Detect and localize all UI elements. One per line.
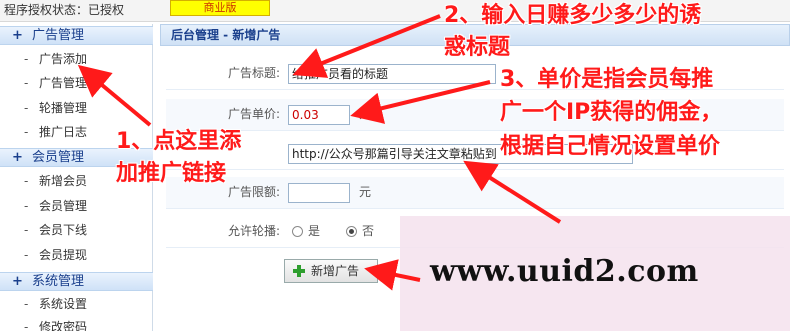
sidebar-item-member-manage[interactable]: - 会员管理 <box>24 196 87 216</box>
carousel-yes-radio[interactable] <box>292 226 303 237</box>
annotation-3-line2: 广一个IP获得的佣金， <box>500 100 723 125</box>
sidebar-item-label: 新增会员 <box>39 174 88 188</box>
sidebar-item-ad-manage[interactable]: - 广告管理 <box>24 73 87 93</box>
sidebar-item-carousel[interactable]: - 轮播管理 <box>24 98 87 118</box>
sidebar-item-new-member[interactable]: - 新增会员 <box>24 171 87 191</box>
annotation-1-line2: 加推广链接 <box>116 161 227 186</box>
price-unit: 元 <box>359 107 372 121</box>
expand-icon: + <box>12 150 23 165</box>
item-bullet: - <box>24 101 29 115</box>
add-ad-button-label: 新增广告 <box>311 264 360 278</box>
item-bullet: - <box>24 199 29 213</box>
edition-badge: 商业版 <box>170 0 270 16</box>
carousel-no-label: 否 <box>362 224 375 238</box>
sidebar-item-label: 会员提现 <box>39 248 88 262</box>
sidebar-item-downline[interactable]: - 会员下线 <box>24 220 87 240</box>
sidebar-item-label: 会员下线 <box>39 223 88 237</box>
limit-unit: 元 <box>359 185 372 199</box>
expand-icon: + <box>12 274 23 289</box>
plus-icon <box>293 265 305 277</box>
sidebar-item-settings[interactable]: - 系统设置 <box>24 294 87 314</box>
sidebar-item-label: 会员管理 <box>39 199 88 213</box>
annotation-2-line2: 惑标题 <box>444 35 511 60</box>
item-bullet: - <box>24 223 29 237</box>
item-bullet: - <box>24 248 29 262</box>
annotation-3-line3: 根据自己情况设置单价 <box>500 134 721 159</box>
sidebar-item-promo-log[interactable]: - 推广日志 <box>24 122 87 142</box>
annotation-3-line1: 3、单价是指会员每推 <box>500 67 714 92</box>
sidebar-group-ad[interactable]: + 广告管理 <box>0 26 153 45</box>
sidebar-item-label: 广告管理 <box>39 76 88 90</box>
sidebar-item-password[interactable]: - 修改密码 <box>24 317 87 331</box>
annotation-2-line1: 2、输入日赚多少多少的诱 <box>444 3 702 28</box>
license-status: 程序授权状态：已授权 <box>4 3 125 17</box>
sidebar-item-label: 轮播管理 <box>39 101 88 115</box>
sidebar-item-withdraw[interactable]: - 会员提现 <box>24 245 87 265</box>
carousel-no-radio[interactable] <box>346 226 357 237</box>
sidebar-group-label: 会员管理 <box>32 150 85 165</box>
ad-title-input[interactable]: 给推广员看的标题 <box>288 64 496 84</box>
sidebar-item-ad-add[interactable]: - 广告添加 <box>24 49 87 69</box>
annotation-1-line1: 1、点这里添 <box>116 129 242 154</box>
ad-limit-input[interactable] <box>288 183 350 203</box>
watermark-text: www.uuid2.com <box>430 254 699 289</box>
sidebar-item-label: 广告添加 <box>39 52 88 66</box>
sidebar-group-system[interactable]: + 系统管理 <box>0 272 153 291</box>
title-label: 广告标题: <box>227 66 280 80</box>
item-bullet: - <box>24 76 29 90</box>
item-bullet: - <box>24 297 29 311</box>
item-bullet: - <box>24 125 29 139</box>
carousel-label: 允许轮播: <box>227 224 280 238</box>
sidebar-group-label: 系统管理 <box>32 274 85 289</box>
sidebar-item-label: 系统设置 <box>39 297 88 311</box>
sidebar-item-label: 推广日志 <box>39 125 88 139</box>
price-label: 广告单价: <box>227 107 280 121</box>
sidebar-item-label: 修改密码 <box>39 320 88 331</box>
ad-price-input[interactable]: 0.03 <box>288 105 350 125</box>
carousel-yes-label: 是 <box>308 224 321 238</box>
item-bullet: - <box>24 320 29 331</box>
item-bullet: - <box>24 174 29 188</box>
sidebar-group-label: 广告管理 <box>32 28 85 43</box>
expand-icon: + <box>12 28 23 43</box>
add-ad-button[interactable]: 新增广告 <box>284 259 378 283</box>
item-bullet: - <box>24 52 29 66</box>
form-row-limit: 广告限额: 元 <box>166 177 784 209</box>
